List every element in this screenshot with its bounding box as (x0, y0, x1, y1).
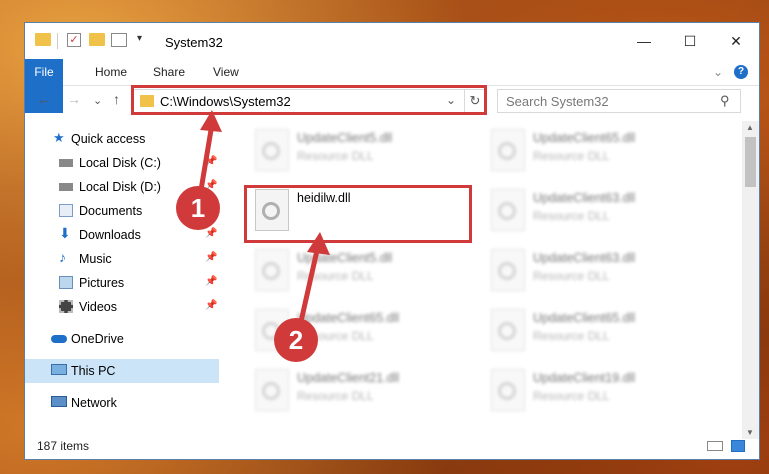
callout-arrows (197, 110, 330, 327)
callout-step-2: 2 (274, 318, 318, 362)
arrow-1-head (200, 110, 222, 132)
arrow-2-shaft (297, 245, 321, 327)
arrow-1-shaft (197, 123, 215, 197)
callout-step-1: 1 (176, 186, 220, 230)
arrow-2-head (307, 232, 330, 255)
